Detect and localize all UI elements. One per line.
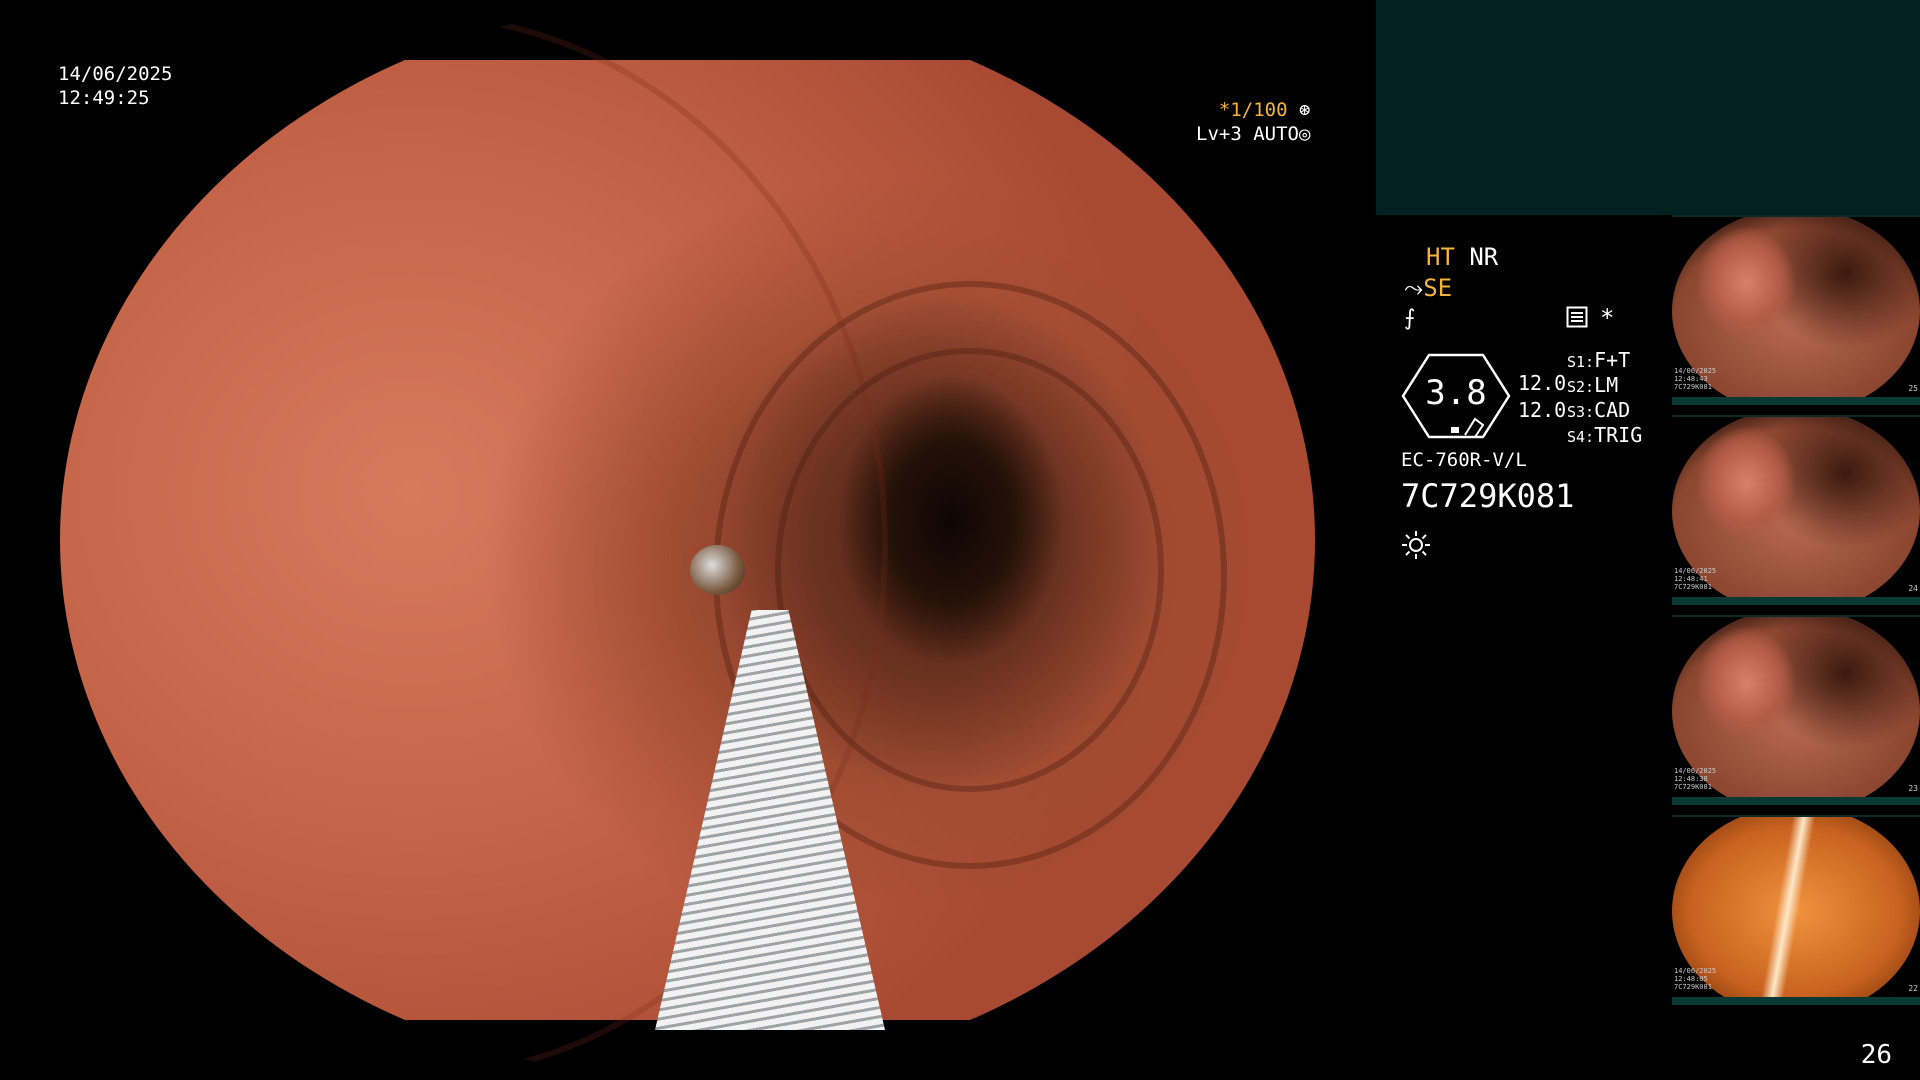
se-label: SE	[1423, 274, 1453, 302]
shutter-icon: ⊛	[1287, 99, 1311, 121]
thumbnail-bar	[1672, 397, 1920, 405]
thumbnail-date: 14/06/2025	[1674, 567, 1717, 575]
datetime-readout: 14/06/2025 12:49:25	[58, 62, 172, 110]
memo-icon	[1566, 306, 1588, 328]
image-count: 26	[1860, 1040, 1892, 1070]
freeze-icon: ⨍	[1404, 306, 1416, 331]
iris-icon: ◎	[1298, 123, 1311, 145]
thumbnail-serial: 7C729K081	[1674, 383, 1712, 391]
thumbnail-serial: 7C729K081	[1674, 783, 1712, 791]
exposure-readout: *1/100 ⊛ Lv+3 AUTO◎	[1196, 98, 1310, 146]
thumbnail-bar	[1672, 597, 1920, 605]
light-source-icon	[1402, 531, 1430, 559]
thumbnail-index: 25	[1908, 384, 1918, 393]
captured-thumbnail[interactable]: 14/06/2025 12:48:41 7C729K081 24	[1672, 415, 1920, 605]
thumbnail-date: 14/06/2025	[1674, 367, 1717, 375]
scope-model: EC-760R-V/L	[1401, 449, 1527, 471]
gauge-right-value-2: 12.0	[1518, 398, 1567, 422]
date-text: 14/06/2025	[58, 63, 173, 85]
time-text: 12:49:25	[58, 87, 150, 109]
thumbnail-index: 23	[1908, 784, 1918, 793]
thumbnail-date: 14/06/2025	[1674, 767, 1717, 775]
shutter-speed: *1/100	[1218, 99, 1288, 121]
snare-tip	[690, 545, 745, 595]
thumbnail-time: 12:48:43	[1674, 375, 1708, 383]
switch-value: CAD	[1594, 398, 1631, 422]
switch-key: S1:	[1567, 353, 1595, 371]
switch-1: S1:F+T	[1567, 348, 1630, 372]
nr-label: NR	[1469, 243, 1499, 271]
thumbnail-time: 12:48:41	[1674, 575, 1708, 583]
thumbnail-serial: 7C729K081	[1674, 583, 1712, 591]
thumbnail-meta: 14/06/2025 12:48:43 7C729K081	[1674, 367, 1716, 391]
switch-value: LM	[1594, 373, 1619, 397]
captured-thumbnail[interactable]: 14/06/2025 12:48:05 7C729K081 22	[1672, 815, 1920, 1005]
switch-4: S4:TRIG	[1567, 423, 1642, 447]
thumbnail-index: 24	[1908, 584, 1918, 593]
switch-value: TRIG	[1594, 423, 1643, 447]
thumbnail-meta: 14/06/2025 12:48:05 7C729K081	[1674, 967, 1716, 991]
thumbnail-meta: 14/06/2025 12:48:38 7C729K081	[1674, 767, 1716, 791]
thumbnail-bar	[1672, 797, 1920, 805]
switch-key: S2:	[1567, 378, 1595, 396]
thumbnail-time: 12:48:05	[1674, 975, 1708, 983]
scope-serial: 7C729K081	[1401, 477, 1575, 515]
se-indicator: ⤳SE	[1404, 274, 1452, 302]
thumbnail-date: 14/06/2025	[1674, 967, 1717, 975]
switch-key: S3:	[1567, 403, 1595, 421]
mode-text: AUTO	[1253, 123, 1299, 145]
switch-2: S2:LM	[1567, 373, 1618, 397]
level-text: Lv+3	[1196, 123, 1242, 145]
thumbnail-index: 22	[1908, 984, 1918, 993]
switch-value: F+T	[1594, 348, 1631, 372]
ht-label: HT	[1426, 243, 1455, 271]
star-marker: *	[1600, 304, 1615, 332]
switch-3: S3:CAD	[1567, 398, 1630, 422]
structure-icon: ⤳	[1404, 274, 1424, 302]
thumbnail-serial: 7C729K081	[1674, 983, 1712, 991]
endoscope-live-view	[60, 12, 1315, 1078]
thumbnail-meta: 14/06/2025 12:48:41 7C729K081	[1674, 567, 1716, 591]
gauge-right-value-1: 12.0	[1518, 371, 1567, 395]
thumbnail-bar	[1672, 997, 1920, 1005]
thumbnail-time: 12:48:38	[1674, 775, 1708, 783]
captured-thumbnail[interactable]: 14/06/2025 12:48:38 7C729K081 23	[1672, 615, 1920, 805]
gauge-value: 3.8	[1425, 373, 1487, 413]
captured-thumbnail[interactable]: 14/06/2025 12:48:43 7C729K081 25	[1672, 215, 1920, 405]
info-panel	[1376, 0, 1920, 215]
ht-nr-indicator: HT NR	[1426, 243, 1498, 271]
switch-key: S4:	[1567, 428, 1595, 446]
